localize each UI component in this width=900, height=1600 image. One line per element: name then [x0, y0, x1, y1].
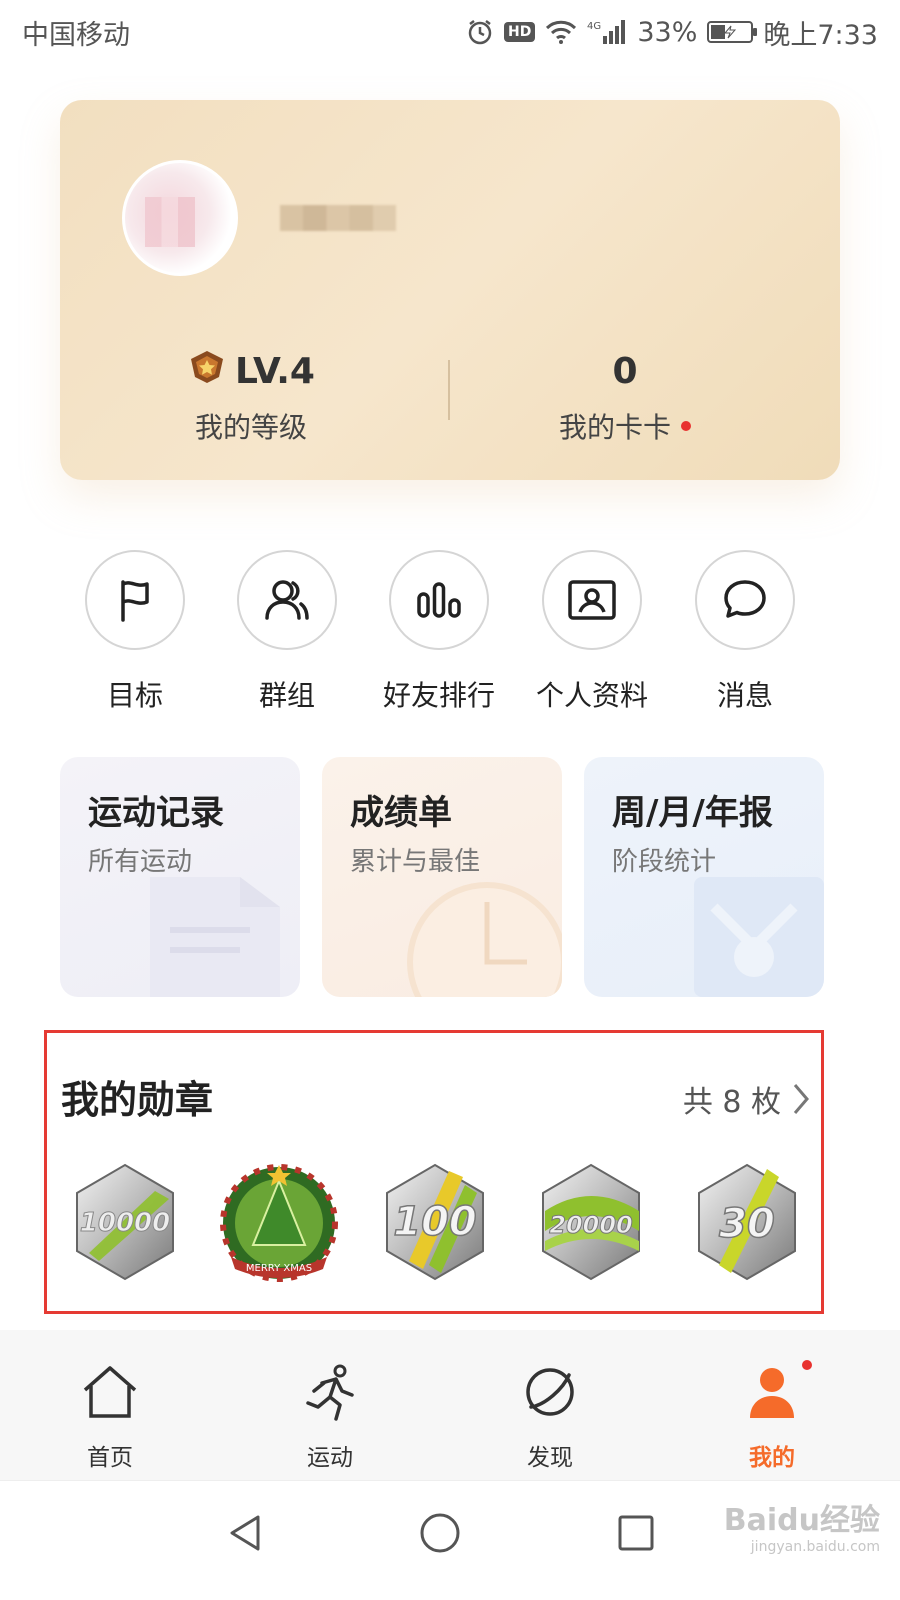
- stats-icon: [694, 877, 824, 997]
- medal-xmas-icon[interactable]: MERRY XMAS: [219, 1161, 338, 1283]
- wifi-icon: [545, 19, 577, 45]
- my-medals-section[interactable]: 我的勋章 共 8 枚 10000 MERRY XMAS 100 20000 30: [44, 1030, 824, 1314]
- bottom-nav: 首页 运动 发现 我的: [0, 1330, 900, 1480]
- card-title: 周/月/年报: [612, 793, 773, 833]
- medal-20000-icon[interactable]: 20000: [535, 1161, 647, 1283]
- my-level[interactable]: LV.4 我的等级: [126, 348, 376, 446]
- level-badge-icon: [187, 349, 227, 394]
- quick-action-goal[interactable]: 目标: [60, 550, 210, 714]
- quick-actions: 目标 群组 好友排行 个人资料 消息: [0, 550, 900, 712]
- quick-action-label: 消息: [716, 679, 773, 712]
- battery-percent: 33%: [637, 16, 698, 48]
- chevron-right-icon: [793, 1084, 809, 1114]
- nav-sport[interactable]: 运动: [270, 1360, 390, 1472]
- carrier-name: 中国移动: [22, 19, 130, 51]
- card-subtitle: 所有运动: [88, 847, 193, 877]
- home-button-icon[interactable]: [410, 1503, 470, 1563]
- quick-action-ranking[interactable]: 好友排行: [364, 550, 514, 714]
- nav-me[interactable]: 我的: [712, 1358, 832, 1472]
- discover-icon: [490, 1360, 610, 1424]
- flag-icon: [85, 550, 185, 650]
- back-icon[interactable]: [216, 1503, 276, 1563]
- system-nav-bar: Baidu经验 jingyan.baidu.com: [0, 1480, 900, 1600]
- profile-card-icon: [542, 550, 642, 650]
- message-icon: [695, 550, 795, 650]
- recents-icon[interactable]: [606, 1503, 666, 1563]
- periodic-report-card[interactable]: 周/月/年报 阶段统计: [584, 757, 824, 997]
- profile-card[interactable]: LV.4 我的等级 0 我的卡卡: [60, 100, 840, 480]
- card-title: 成绩单: [350, 793, 452, 833]
- card-subtitle: 累计与最佳: [350, 847, 481, 877]
- document-icon: [150, 877, 280, 997]
- watermark-url: jingyan.baidu.com: [750, 1539, 880, 1555]
- nav-label: 我的: [749, 1445, 795, 1471]
- group-icon: [237, 550, 337, 650]
- baidu-watermark: Baidu经验 jingyan.baidu.com: [724, 1495, 880, 1555]
- alarm-icon: [466, 18, 494, 46]
- username-blurred: [280, 205, 396, 231]
- quick-action-label: 个人资料: [535, 679, 648, 712]
- status-bar: 中国移动 HD 4G 33% 晚上7:33: [0, 0, 900, 64]
- medals-count: 共 8 枚: [682, 1085, 781, 1120]
- medal-30-icon[interactable]: 30: [691, 1161, 803, 1283]
- medal-label: 20000: [549, 1211, 633, 1239]
- cards-value: 0: [612, 350, 638, 392]
- medal-label: 100: [393, 1199, 477, 1245]
- sport-records-card[interactable]: 运动记录 所有运动: [60, 757, 300, 997]
- nav-label: 首页: [87, 1445, 133, 1471]
- quick-action-profile[interactable]: 个人资料: [517, 550, 667, 714]
- home-icon: [50, 1360, 170, 1424]
- nav-label: 发现: [527, 1445, 573, 1471]
- avatar[interactable]: [122, 160, 238, 276]
- card-subtitle: 阶段统计: [612, 847, 717, 877]
- medal-label: 10000: [80, 1208, 170, 1238]
- quick-action-label: 群组: [258, 679, 315, 712]
- quick-action-label: 好友排行: [382, 679, 495, 712]
- nav-notification-dot: [800, 1358, 814, 1372]
- cards-label: 我的卡卡: [558, 411, 671, 444]
- medal-10000-icon[interactable]: 10000: [69, 1161, 181, 1283]
- medals-title: 我的勋章: [61, 1078, 214, 1122]
- clock-icon: [407, 882, 562, 997]
- battery-icon: [707, 21, 758, 43]
- hd-icon: HD: [504, 22, 536, 42]
- stat-divider: [448, 360, 450, 420]
- nav-discover[interactable]: 发现: [490, 1360, 610, 1472]
- report-card[interactable]: 成绩单 累计与最佳: [322, 757, 562, 997]
- quick-action-label: 目标: [106, 679, 163, 712]
- quick-action-message[interactable]: 消息: [670, 550, 820, 714]
- level-label: 我的等级: [194, 411, 307, 444]
- medal-100-icon[interactable]: 100: [379, 1161, 491, 1283]
- clock: 晚上7:33: [763, 19, 878, 51]
- watermark-brand: Baidu经验: [723, 1503, 880, 1538]
- network-type: 4G: [587, 21, 601, 32]
- me-icon: [712, 1358, 832, 1424]
- medal-label: 30: [719, 1201, 775, 1247]
- notification-dot: [681, 421, 691, 431]
- my-cards[interactable]: 0 我的卡卡: [500, 348, 750, 446]
- card-title: 运动记录: [88, 793, 224, 833]
- running-icon: [270, 1360, 390, 1424]
- status-icons: HD 4G 33% 晚上7:33: [466, 13, 878, 52]
- level-value: LV.4: [235, 350, 315, 392]
- medal-label: MERRY XMAS: [246, 1263, 312, 1274]
- ranking-icon: [389, 550, 489, 650]
- signal-icon: 4G: [587, 18, 627, 46]
- medals-count-link[interactable]: 共 8 枚: [683, 1077, 811, 1121]
- nav-label: 运动: [307, 1445, 353, 1471]
- quick-action-group[interactable]: 群组: [212, 550, 362, 714]
- nav-home[interactable]: 首页: [50, 1360, 170, 1472]
